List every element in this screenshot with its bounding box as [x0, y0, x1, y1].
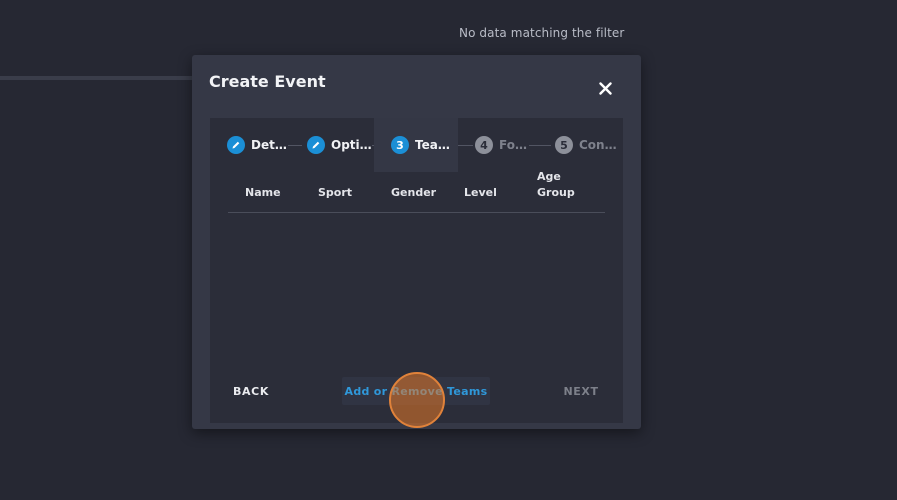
column-header-gender[interactable]: Gender: [391, 185, 436, 201]
column-header-sport[interactable]: Sport: [318, 185, 352, 201]
column-header-level[interactable]: Level: [464, 185, 497, 201]
step-1-label: Detai…: [251, 138, 292, 152]
step-3-circle: 3: [391, 136, 409, 154]
step-form[interactable]: 4 Form: [458, 118, 532, 172]
bg-divider: [0, 76, 200, 80]
dialog-title: Create Event: [209, 72, 326, 91]
step-2-circle: [307, 136, 325, 154]
next-button[interactable]: NEXT: [556, 377, 606, 405]
step-details[interactable]: Detai…: [210, 118, 292, 172]
column-header-name[interactable]: Name: [245, 185, 281, 201]
step-options[interactable]: Optio…: [290, 118, 374, 172]
column-header-age-group[interactable]: Age Group: [537, 169, 585, 201]
step-confirm[interactable]: 5 Confi…: [538, 118, 623, 172]
bg-status-message: No data matching the filter: [459, 26, 625, 40]
step-5-label: Confi…: [579, 138, 623, 152]
pencil-icon: [312, 141, 320, 149]
add-remove-teams-button[interactable]: Add or Remove Teams: [342, 377, 490, 405]
step-teams[interactable]: 3 Tea…: [374, 118, 458, 172]
stepper: Detai… Optio… 3 Tea… 4 Form 5 C: [210, 118, 623, 172]
step-2-label: Optio…: [331, 138, 374, 152]
teams-table-header: Name Sport Gender Level Age Group: [228, 170, 605, 213]
create-event-dialog: Create Event Detai…: [192, 55, 641, 429]
dialog-body: Detai… Optio… 3 Tea… 4 Form 5 C: [210, 118, 623, 423]
step-4-circle: 4: [475, 136, 493, 154]
step-3-label: Tea…: [415, 138, 450, 152]
step-4-label: Form: [499, 138, 532, 152]
step-5-circle: 5: [555, 136, 573, 154]
close-button[interactable]: [594, 77, 616, 99]
close-icon: [598, 81, 612, 95]
back-button[interactable]: BACK: [225, 377, 277, 405]
step-1-circle: [227, 136, 245, 154]
pencil-icon: [232, 141, 240, 149]
